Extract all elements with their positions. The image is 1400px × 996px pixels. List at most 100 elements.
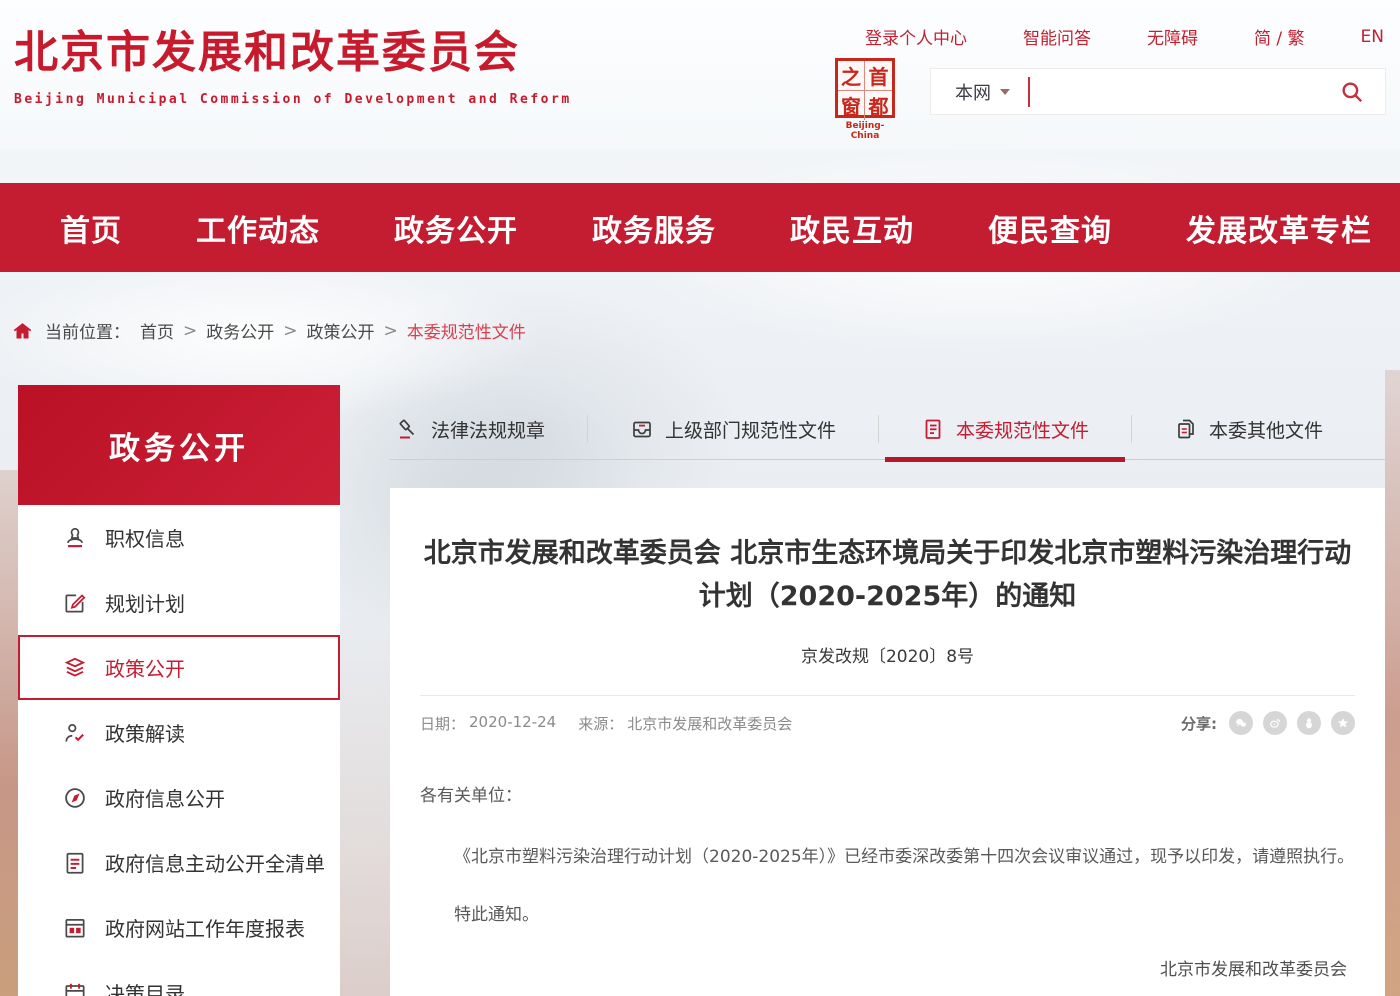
nav-item-convenient-query[interactable]: 便民查询 <box>988 206 1112 250</box>
left-edge-photo-strip <box>0 470 18 996</box>
source-label: 来源： <box>578 713 623 734</box>
stamp-icon <box>62 525 88 551</box>
article-paragraph: 《北京市塑料污染治理行动计划（2020-2025年）》已经市委深改委第十四次会议… <box>420 834 1355 880</box>
document-number: 京发改规〔2020〕8号 <box>390 642 1385 667</box>
sidebar-item-label: 规划计划 <box>105 588 185 617</box>
site-title: 北京市发展和改革委员会 <box>14 16 572 80</box>
date-label: 日期： <box>420 713 465 734</box>
tab-divider <box>587 415 588 443</box>
breadcrumb: 当前位置： 首页 > 政务公开 > 政策公开 > 本委规范性文件 <box>12 318 526 343</box>
sidebar-menu: 职权信息 规划计划 <box>18 505 340 996</box>
sidebar-title: 政务公开 <box>18 385 340 505</box>
sidebar-item-label: 职权信息 <box>105 523 185 552</box>
doc-red-icon <box>921 417 945 441</box>
sidebar-item-plans[interactable]: 规划计划 <box>18 570 340 635</box>
share-bar: 分享: <box>1181 711 1355 735</box>
chevron-down-icon <box>1000 89 1010 95</box>
qq-icon[interactable] <box>1297 711 1321 735</box>
tab-divider <box>1131 415 1132 443</box>
search-scope-label: 本网 <box>955 79 991 105</box>
article-signature: 北京市发展和改革委员会 <box>420 955 1355 980</box>
wechat-icon[interactable] <box>1229 711 1253 735</box>
nav-item-gov-disclosure[interactable]: 政务公开 <box>394 206 518 250</box>
article-salutation: 各有关单位： <box>420 781 1355 806</box>
article-source: 北京市发展和改革委员会 <box>627 713 792 734</box>
site-header: 北京市发展和改革委员会 Beijing Municipal Commission… <box>0 0 1400 150</box>
sidebar-item-decision-directory[interactable]: 决策目录 <box>18 960 340 996</box>
breadcrumb-separator: > <box>283 321 297 341</box>
tab-commission-normative-documents[interactable]: 本委规范性文件 <box>915 416 1095 443</box>
calendar-icon <box>62 980 88 996</box>
breadcrumb-item-policy-disclosure[interactable]: 政策公开 <box>307 318 375 343</box>
breadcrumb-separator: > <box>384 321 398 341</box>
inbox-icon <box>630 417 654 441</box>
list-doc-icon <box>62 850 88 876</box>
sidebar-item-gov-info-disclosure[interactable]: 政府信息公开 <box>18 765 340 830</box>
share-label: 分享: <box>1181 713 1217 734</box>
seal-grid: 之 首 窗 都 <box>835 58 895 118</box>
search-input[interactable] <box>1030 69 1339 114</box>
sidebar-item-label: 政府信息主动公开全清单 <box>105 848 325 877</box>
seal-char: 都 <box>865 91 892 120</box>
article-panel: 北京市发展和改革委员会 北京市生态环境局关于印发北京市塑料污染治理行动计划（20… <box>390 488 1385 996</box>
simplified-traditional-toggle[interactable]: 简 / 繁 <box>1254 24 1305 49</box>
article-paragraph: 特此通知。 <box>420 900 1355 925</box>
tab-commission-other-documents[interactable]: 本委其他文件 <box>1168 416 1329 443</box>
right-edge-photo-strip <box>1385 370 1400 996</box>
sidebar-item-policy-interpretation[interactable]: 政策解读 <box>18 700 340 765</box>
nav-item-home[interactable]: 首页 <box>60 206 122 250</box>
search-scope-dropdown[interactable]: 本网 <box>931 79 1028 105</box>
seal-char: 首 <box>865 61 892 91</box>
capital-window-seal-logo[interactable]: 之 首 窗 都 Beijing-China <box>833 58 897 141</box>
seal-caption: Beijing-China <box>833 121 897 141</box>
nav-item-gov-services[interactable]: 政务服务 <box>592 206 716 250</box>
sidebar-item-label: 政策解读 <box>105 718 185 747</box>
star-icon[interactable] <box>1331 711 1355 735</box>
breadcrumb-item-current: 本委规范性文件 <box>407 318 526 343</box>
breadcrumb-item-home[interactable]: 首页 <box>140 318 174 343</box>
interpret-icon <box>62 720 88 746</box>
gavel-icon <box>396 417 420 441</box>
tab-label: 本委其他文件 <box>1209 416 1323 443</box>
sidebar-item-label: 政策公开 <box>105 653 185 682</box>
tab-laws-regulations[interactable]: 法律法规规章 <box>390 416 551 443</box>
article-meta: 日期： 2020-12-24 来源： 北京市发展和改革委员会 <box>420 713 792 734</box>
sidebar-item-policy-disclosure[interactable]: 政策公开 <box>18 635 340 700</box>
home-icon[interactable] <box>12 321 33 341</box>
plan-icon <box>62 590 88 616</box>
breadcrumb-item-gov-disclosure[interactable]: 政务公开 <box>206 318 274 343</box>
sidebar-item-authority-info[interactable]: 职权信息 <box>18 505 340 570</box>
sidebar-item-proactive-disclosure-list[interactable]: 政府信息主动公开全清单 <box>18 830 340 895</box>
login-personal-center-link[interactable]: 登录个人中心 <box>865 24 967 49</box>
breadcrumb-separator: > <box>183 321 197 341</box>
nav-item-work-updates[interactable]: 工作动态 <box>196 206 320 250</box>
smart-qa-link[interactable]: 智能问答 <box>1023 24 1091 49</box>
tab-label: 本委规范性文件 <box>956 416 1089 443</box>
nav-item-reform-special[interactable]: 发展改革专栏 <box>1186 206 1372 250</box>
nav-item-public-interaction[interactable]: 政民互动 <box>790 206 914 250</box>
search-bar: 本网 <box>930 68 1386 115</box>
page: 北京市发展和改革委员会 Beijing Municipal Commission… <box>0 0 1400 996</box>
title-divider <box>420 695 1355 696</box>
sidebar: 政务公开 职权信息 规 <box>18 385 340 996</box>
site-logo: 北京市发展和改革委员会 Beijing Municipal Commission… <box>14 16 572 107</box>
report-icon <box>62 915 88 941</box>
site-subtitle-en: Beijing Municipal Commission of Developm… <box>14 92 572 107</box>
search-icon[interactable] <box>1339 79 1385 105</box>
compass-icon <box>62 785 88 811</box>
article-meta-row: 日期： 2020-12-24 来源： 北京市发展和改革委员会 分享: <box>420 711 1355 735</box>
english-link[interactable]: EN <box>1361 27 1384 47</box>
accessibility-link[interactable]: 无障碍 <box>1147 24 1198 49</box>
doc-copy-icon <box>1174 417 1198 441</box>
sidebar-item-website-annual-report[interactable]: 政府网站工作年度报表 <box>18 895 340 960</box>
sidebar-item-label: 决策目录 <box>105 978 185 996</box>
primary-nav: 首页 工作动态 政务公开 政务服务 政民互动 便民查询 发展改革专栏 <box>0 183 1400 272</box>
tab-label: 法律法规规章 <box>431 416 545 443</box>
article-title: 北京市发展和改革委员会 北京市生态环境局关于印发北京市塑料污染治理行动计划（20… <box>423 532 1353 618</box>
breadcrumb-prefix: 当前位置： <box>45 318 130 343</box>
tab-superior-normative-documents[interactable]: 上级部门规范性文件 <box>624 416 842 443</box>
layers-icon <box>62 655 88 681</box>
sidebar-item-label: 政府信息公开 <box>105 783 225 812</box>
article-date: 2020-12-24 <box>469 713 556 734</box>
weibo-icon[interactable] <box>1263 711 1287 735</box>
